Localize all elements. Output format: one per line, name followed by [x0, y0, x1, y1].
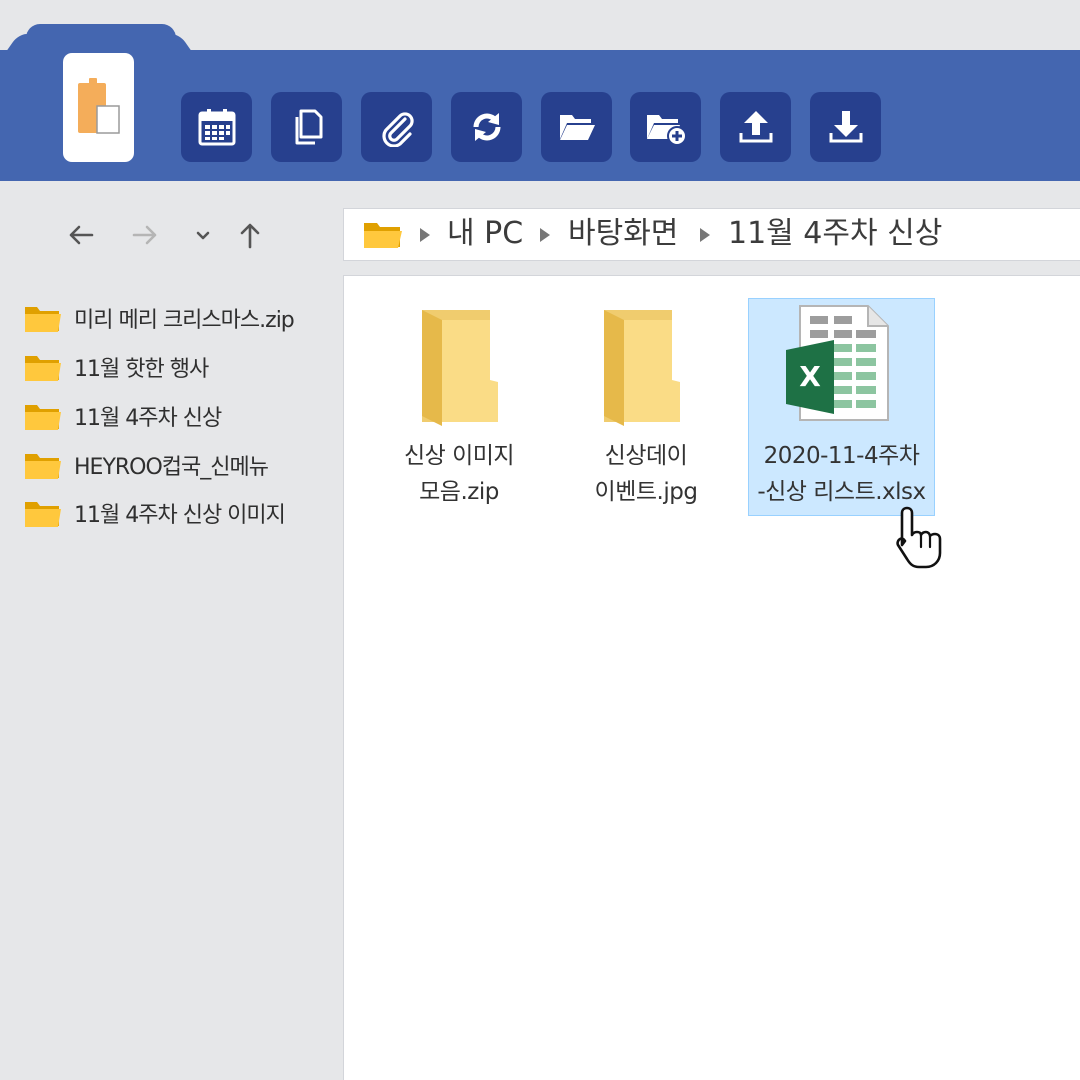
- clipboard-paste-icon: [78, 78, 120, 134]
- up-button[interactable]: [233, 218, 267, 252]
- folder-open-icon: [559, 115, 595, 140]
- calendar-icon: [198, 109, 235, 146]
- copy-icon: [295, 109, 322, 145]
- app-icon[interactable]: [63, 53, 134, 162]
- chevron-right-icon: [540, 228, 550, 242]
- sidebar-item[interactable]: 미리 메리 크리스마스.zip: [24, 300, 295, 336]
- folder-large-icon: [604, 310, 680, 426]
- breadcrumb-item[interactable]: 바탕화면: [568, 214, 678, 254]
- attach-button[interactable]: [361, 92, 432, 162]
- sync-button[interactable]: [451, 92, 522, 162]
- sidebar-item-label: 11월 4주차 신상 이미지: [74, 503, 286, 528]
- folder-icon: [25, 307, 61, 332]
- sidebar-item-label: 미리 메리 크리스마스.zip: [74, 308, 295, 333]
- file-name: 신상데이: [604, 443, 688, 469]
- sidebar-item-label: 11월 4주차 신상: [74, 406, 222, 431]
- breadcrumb-item[interactable]: 내 PC: [447, 214, 523, 254]
- new-folder-icon: [646, 115, 687, 146]
- file-name: 신상 이미지: [403, 443, 515, 469]
- excel-file-icon: X: [786, 305, 889, 421]
- arrow-right-icon: [132, 225, 157, 245]
- open-folder-button[interactable]: [541, 92, 612, 162]
- file-name: 이벤트.jpg: [594, 479, 698, 505]
- sync-icon: [473, 113, 500, 141]
- back-button[interactable]: [64, 218, 98, 252]
- sidebar-item[interactable]: 11월 4주차 신상 이미지: [24, 495, 286, 531]
- new-folder-button[interactable]: [630, 92, 701, 162]
- svg-text:X: X: [799, 360, 821, 393]
- calendar-button[interactable]: [181, 92, 252, 162]
- toolbar-ribbon: [0, 50, 1080, 181]
- folder-icon: [25, 454, 61, 479]
- sidebar-item[interactable]: HEYROO컵국_신메뉴: [24, 447, 269, 483]
- folder-icon: [25, 502, 61, 527]
- breadcrumb-item[interactable]: 11월 4주차 신상: [728, 214, 942, 254]
- hand-pointer-icon: [896, 506, 942, 569]
- upload-button[interactable]: [720, 92, 791, 162]
- sidebar-item-label: HEYROO컵국_신메뉴: [74, 455, 269, 480]
- folder-icon: [25, 405, 61, 430]
- recent-locations-button[interactable]: [186, 218, 220, 252]
- download-icon: [829, 111, 862, 143]
- file-name: 모음.zip: [419, 479, 499, 505]
- paperclip-icon: [381, 112, 414, 147]
- sidebar-item[interactable]: 11월 4주차 신상: [24, 398, 222, 434]
- folder-icon: [25, 356, 61, 381]
- chevron-right-icon: [420, 228, 430, 242]
- folder-icon: [364, 223, 402, 248]
- copy-button[interactable]: [271, 92, 342, 162]
- folder-large-icon: [422, 310, 498, 426]
- arrow-left-icon: [69, 225, 94, 245]
- sidebar-item-label: 11월 핫한 행사: [74, 357, 209, 382]
- chevron-down-icon: [196, 231, 210, 240]
- file-name: 2020-11-4주차: [763, 443, 920, 469]
- arrow-up-icon: [240, 223, 260, 249]
- chevron-right-icon: [700, 228, 710, 242]
- forward-button[interactable]: [128, 218, 162, 252]
- sidebar-item[interactable]: 11월 핫한 행사: [24, 349, 209, 385]
- download-button[interactable]: [810, 92, 881, 162]
- upload-icon: [739, 111, 772, 143]
